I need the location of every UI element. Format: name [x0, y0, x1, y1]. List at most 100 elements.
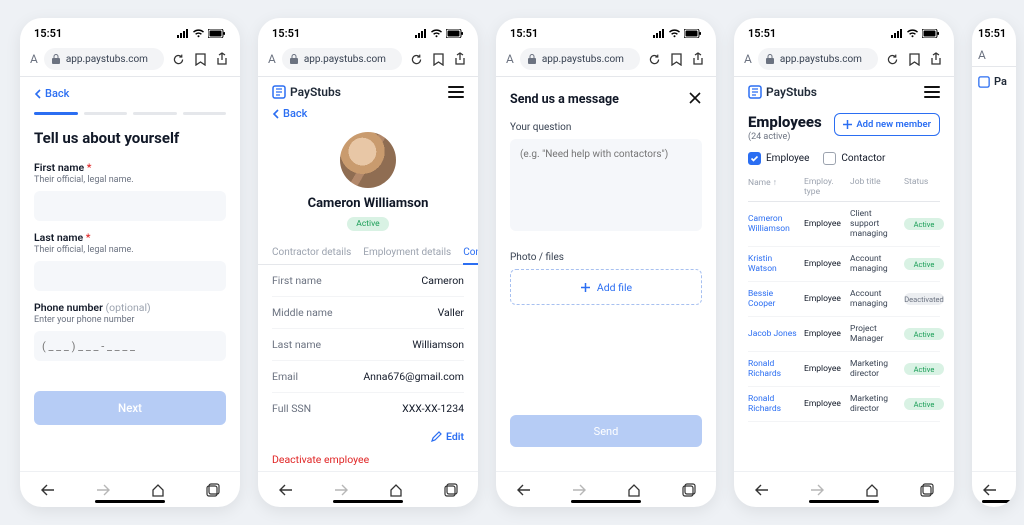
- reload-icon[interactable]: [646, 51, 662, 67]
- status-time: 15:51: [510, 27, 538, 40]
- nav-back-icon[interactable]: [278, 482, 294, 498]
- share-icon[interactable]: [928, 51, 944, 67]
- text-size-icon[interactable]: A: [30, 52, 38, 66]
- home-indicator[interactable]: [982, 500, 1012, 503]
- bookmark-icon[interactable]: [906, 51, 922, 67]
- menu-icon[interactable]: [448, 86, 464, 98]
- send-button[interactable]: Send: [510, 415, 702, 447]
- tab-employment-details[interactable]: Employment details: [363, 241, 451, 264]
- phone-input[interactable]: [34, 331, 226, 361]
- browser-bar: A: [972, 44, 1016, 66]
- employee-name-link[interactable]: Ronald Richards: [748, 394, 800, 414]
- nav-forward-icon[interactable]: [571, 482, 587, 498]
- tabs-icon[interactable]: [919, 482, 935, 498]
- last-name-input[interactable]: [34, 261, 226, 291]
- brand-logo[interactable]: PayStubs: [272, 85, 341, 99]
- ios-status-bar: 15:51: [20, 18, 240, 44]
- home-indicator[interactable]: [809, 500, 879, 503]
- reload-icon[interactable]: [408, 51, 424, 67]
- home-indicator[interactable]: [95, 500, 165, 503]
- text-size-icon[interactable]: A: [506, 52, 514, 66]
- question-textarea[interactable]: [510, 139, 702, 231]
- tabs-icon[interactable]: [443, 482, 459, 498]
- bookmark-icon[interactable]: [430, 51, 446, 67]
- employee-name-link[interactable]: Bessie Cooper: [748, 289, 800, 309]
- text-size-icon[interactable]: A: [268, 52, 276, 66]
- reload-icon[interactable]: [170, 51, 186, 67]
- deactivate-link[interactable]: Deactivate employee: [272, 449, 464, 470]
- col-type[interactable]: Employ. type: [804, 177, 846, 197]
- home-indicator[interactable]: [333, 500, 403, 503]
- table-row: Cameron WilliamsonEmployeeClient support…: [748, 202, 940, 247]
- bookmark-icon[interactable]: [668, 51, 684, 67]
- add-file-dropzone[interactable]: Add file: [510, 269, 702, 305]
- col-name[interactable]: Name: [748, 177, 800, 197]
- battery-icon: [446, 29, 464, 38]
- nav-forward-icon[interactable]: [809, 482, 825, 498]
- question-label: Your question: [510, 122, 702, 133]
- bookmark-icon[interactable]: [192, 51, 208, 67]
- col-status[interactable]: Status: [904, 177, 944, 197]
- nav-back-icon[interactable]: [982, 482, 998, 498]
- table-row: Kristin WatsonEmployeeAccount managingAc…: [748, 247, 940, 282]
- status-badge: Active: [904, 398, 944, 410]
- avatar[interactable]: [340, 132, 396, 188]
- signal-icon: [415, 29, 428, 38]
- text-size-icon[interactable]: A: [978, 48, 986, 62]
- url-field[interactable]: app.paystubs.com: [758, 48, 878, 70]
- employees-subtitle: (24 active): [748, 132, 822, 142]
- last-name-label: Last name *: [34, 231, 226, 244]
- employee-name-link[interactable]: Ronald Richards: [748, 359, 800, 379]
- nav-back-icon[interactable]: [516, 482, 532, 498]
- url-field[interactable]: app.paystubs.com: [282, 48, 402, 70]
- close-icon[interactable]: [688, 91, 702, 108]
- employee-name-link[interactable]: Kristin Watson: [748, 254, 800, 274]
- brand-text: PayStubs: [766, 85, 817, 99]
- nav-forward-icon[interactable]: [333, 482, 349, 498]
- tab-contractor-details[interactable]: Contractor details: [272, 241, 351, 264]
- first-name-input[interactable]: [34, 191, 226, 221]
- back-label: Back: [45, 87, 69, 100]
- employees-content: PayStubs Employees (24 active) Add new m…: [734, 77, 954, 471]
- home-indicator[interactable]: [571, 500, 641, 503]
- message-content: Send us a message Your question Photo / …: [496, 77, 716, 471]
- back-link[interactable]: Back: [34, 77, 226, 106]
- home-icon[interactable]: [388, 482, 404, 498]
- nav-back-icon[interactable]: [40, 482, 56, 498]
- tabs-icon[interactable]: [681, 482, 697, 498]
- back-link[interactable]: Back: [272, 107, 464, 126]
- brand-logo[interactable]: Pa: [978, 75, 1010, 88]
- home-icon[interactable]: [864, 482, 880, 498]
- menu-icon[interactable]: [924, 86, 940, 98]
- reload-icon[interactable]: [884, 51, 900, 67]
- ios-status-bar: 15:51: [496, 18, 716, 44]
- progress-step-3: [133, 112, 177, 115]
- share-icon[interactable]: [690, 51, 706, 67]
- url-field[interactable]: app.paystubs.com: [44, 48, 164, 70]
- contactor-filter[interactable]: Contactor: [823, 152, 885, 165]
- last-name-help: Their official, legal name.: [34, 245, 226, 255]
- field-email: EmailAnna676@gmail.com: [272, 361, 464, 393]
- brand-logo[interactable]: PayStubs: [748, 85, 817, 99]
- employee-name-link[interactable]: Jacob Jones: [748, 329, 800, 339]
- first-name-help: Their official, legal name.: [34, 175, 226, 185]
- text-size-icon[interactable]: A: [744, 52, 752, 66]
- home-icon[interactable]: [150, 482, 166, 498]
- nav-forward-icon[interactable]: [95, 482, 111, 498]
- nav-back-icon[interactable]: [754, 482, 770, 498]
- add-member-button[interactable]: Add new member: [834, 113, 940, 136]
- edit-button[interactable]: Edit: [272, 424, 464, 449]
- tab-compensation[interactable]: Compen: [463, 241, 478, 265]
- home-icon[interactable]: [626, 482, 642, 498]
- chevron-left-icon: [34, 89, 41, 99]
- tabs-icon[interactable]: [205, 482, 221, 498]
- col-job[interactable]: Job title: [850, 177, 900, 197]
- share-icon[interactable]: [214, 51, 230, 67]
- progress-indicator: [34, 112, 226, 115]
- next-button[interactable]: Next: [34, 391, 226, 425]
- browser-bar: A app.paystubs.com: [258, 44, 478, 76]
- employee-name-link[interactable]: Cameron Williamson: [748, 214, 800, 234]
- url-field[interactable]: app.paystubs.com: [520, 48, 640, 70]
- share-icon[interactable]: [452, 51, 468, 67]
- employee-filter[interactable]: Employee: [748, 152, 809, 165]
